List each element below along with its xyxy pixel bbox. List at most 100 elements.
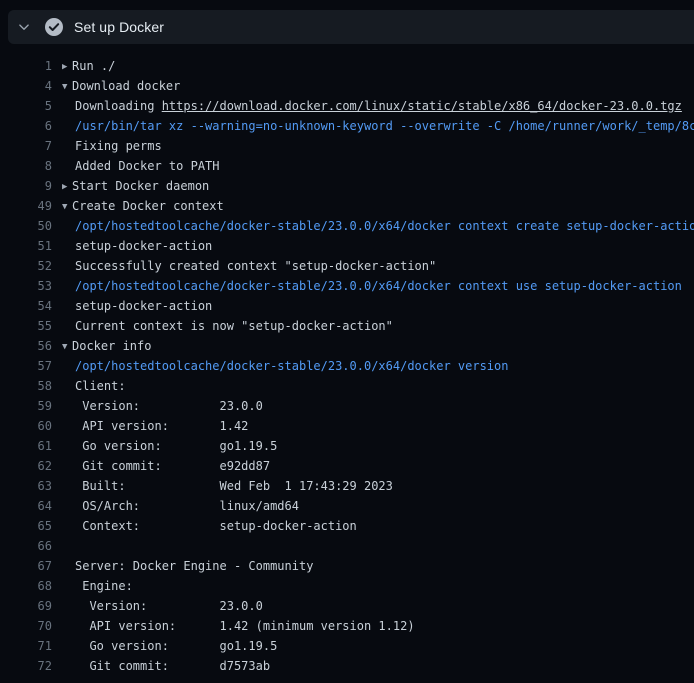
group-title: Run ./	[72, 59, 115, 73]
line-number[interactable]: 54	[0, 296, 52, 316]
group-title: Start Docker daemon	[72, 179, 209, 193]
log-line: 71 Go version: go1.19.5	[0, 636, 694, 656]
line-number[interactable]: 63	[0, 476, 52, 496]
line-number[interactable]: 4	[0, 76, 52, 96]
log-line: 62 Git commit: e92dd87	[0, 456, 694, 476]
group-title: Docker info	[72, 339, 151, 353]
group-collapsed-icon[interactable]: ▶	[62, 57, 72, 77]
log-line: 50/opt/hostedtoolcache/docker-stable/23.…	[0, 216, 694, 236]
line-number[interactable]: 51	[0, 236, 52, 256]
log-line: 70 API version: 1.42 (minimum version 1.…	[0, 616, 694, 636]
log-line: 52 Successfully created context "setup-do…	[0, 256, 694, 276]
log-line: 72 Git commit: d7573ab	[0, 656, 694, 676]
line-number[interactable]: 9	[0, 176, 52, 196]
log-text: Added Docker to PATH	[62, 156, 220, 176]
group-title: Create Docker context	[72, 199, 224, 213]
log-line: 65 Context: setup-docker-action	[0, 516, 694, 536]
log-line[interactable]: 4 ▼Download docker	[0, 76, 694, 96]
check-circle-icon	[44, 17, 64, 37]
log-text: Successfully created context "setup-dock…	[62, 256, 436, 276]
log-line: 61 Go version: go1.19.5	[0, 436, 694, 456]
log-line: 64 OS/Arch: linux/amd64	[0, 496, 694, 516]
log-line: 6/usr/bin/tar xz --warning=no-unknown-ke…	[0, 116, 694, 136]
line-number[interactable]: 67	[0, 556, 52, 576]
actions-log-viewer: Set up Docker 1▶Run ./4▼Download docker5…	[0, 0, 694, 683]
line-number[interactable]: 66	[0, 536, 52, 556]
line-number[interactable]: 61	[0, 436, 52, 456]
log-text: setup-docker-action	[62, 296, 212, 316]
group-title: Download docker	[72, 79, 180, 93]
line-number[interactable]: 72	[0, 656, 52, 676]
line-number[interactable]: 8	[0, 156, 52, 176]
log-text: Version: 23.0.0	[62, 596, 263, 616]
group-expanded-icon[interactable]: ▼	[62, 197, 72, 217]
line-number[interactable]: 1	[0, 56, 52, 76]
download-url-link[interactable]: https://download.docker.com/linux/static…	[162, 99, 682, 113]
command-text: /opt/hostedtoolcache/docker-stable/23.0.…	[62, 216, 694, 236]
line-number[interactable]: 50	[0, 216, 52, 236]
log-text: Client:	[62, 376, 126, 396]
log-line: 58 Client:	[0, 376, 694, 396]
log-line: 66	[0, 536, 694, 556]
log-line: 5 Downloading https://download.docker.com…	[0, 96, 694, 116]
log-line: 67 Server: Docker Engine - Community	[0, 556, 694, 576]
line-number[interactable]: 55	[0, 316, 52, 336]
line-number[interactable]: 69	[0, 596, 52, 616]
line-number[interactable]: 52	[0, 256, 52, 276]
group-header: ▼Download docker	[62, 76, 180, 96]
line-number[interactable]: 64	[0, 496, 52, 516]
log-text: Context: setup-docker-action	[62, 516, 357, 536]
log-line: 63 Built: Wed Feb 1 17:43:29 2023	[0, 476, 694, 496]
line-number[interactable]: 62	[0, 456, 52, 476]
group-expanded-icon[interactable]: ▼	[62, 77, 72, 97]
log-text: Built: Wed Feb 1 17:43:29 2023	[62, 476, 393, 496]
log-line[interactable]: 56 ▼Docker info	[0, 336, 694, 356]
line-number[interactable]: 49	[0, 196, 52, 216]
line-number[interactable]: 5	[0, 96, 52, 116]
line-number[interactable]: 71	[0, 636, 52, 656]
log-line[interactable]: 49 ▼Create Docker context	[0, 196, 694, 216]
log-text: API version: 1.42	[62, 416, 248, 436]
chevron-down-icon[interactable]	[18, 21, 30, 33]
group-header: ▶Run ./	[62, 56, 115, 76]
line-number[interactable]: 58	[0, 376, 52, 396]
line-number[interactable]: 65	[0, 516, 52, 536]
log-text: Fixing perms	[62, 136, 162, 156]
log-line[interactable]: 1 ▶Run ./	[0, 56, 694, 76]
log-text: Git commit: d7573ab	[62, 656, 270, 676]
step-header[interactable]: Set up Docker	[8, 10, 694, 44]
line-number[interactable]: 57	[0, 356, 52, 376]
line-number[interactable]: 53	[0, 276, 52, 296]
log-line: 69 Version: 23.0.0	[0, 596, 694, 616]
line-number[interactable]: 6	[0, 116, 52, 136]
log-text: API version: 1.42 (minimum version 1.12)	[62, 616, 415, 636]
line-number[interactable]: 68	[0, 576, 52, 596]
command-text: /opt/hostedtoolcache/docker-stable/23.0.…	[62, 356, 508, 376]
log-text: Engine:	[62, 576, 133, 596]
log-text: setup-docker-action	[62, 236, 212, 256]
line-number[interactable]: 7	[0, 136, 52, 156]
group-collapsed-icon[interactable]: ▶	[62, 177, 72, 197]
log-text-prefix: Downloading	[75, 99, 162, 113]
group-header: ▼Create Docker context	[62, 196, 224, 216]
group-header: ▶Start Docker daemon	[62, 176, 209, 196]
line-number[interactable]: 70	[0, 616, 52, 636]
log-text: Go version: go1.19.5	[62, 636, 277, 656]
step-title: Set up Docker	[74, 19, 164, 35]
log-line: 7 Fixing perms	[0, 136, 694, 156]
log-line[interactable]: 9 ▶Start Docker daemon	[0, 176, 694, 196]
line-number[interactable]: 56	[0, 336, 52, 356]
log-text: Downloading https://download.docker.com/…	[62, 96, 682, 116]
log-line: 54 setup-docker-action	[0, 296, 694, 316]
log-text: Git commit: e92dd87	[62, 456, 270, 476]
log-text: OS/Arch: linux/amd64	[62, 496, 299, 516]
log-line: 55Current context is now "setup-docker-a…	[0, 316, 694, 336]
log-text: Server: Docker Engine - Community	[62, 556, 313, 576]
line-number[interactable]: 60	[0, 416, 52, 436]
line-number[interactable]: 59	[0, 396, 52, 416]
group-expanded-icon[interactable]: ▼	[62, 337, 72, 357]
group-header: ▼Docker info	[62, 336, 151, 356]
log-text: Go version: go1.19.5	[62, 436, 277, 456]
log-line: 60 API version: 1.42	[0, 416, 694, 436]
log-line: 8 Added Docker to PATH	[0, 156, 694, 176]
